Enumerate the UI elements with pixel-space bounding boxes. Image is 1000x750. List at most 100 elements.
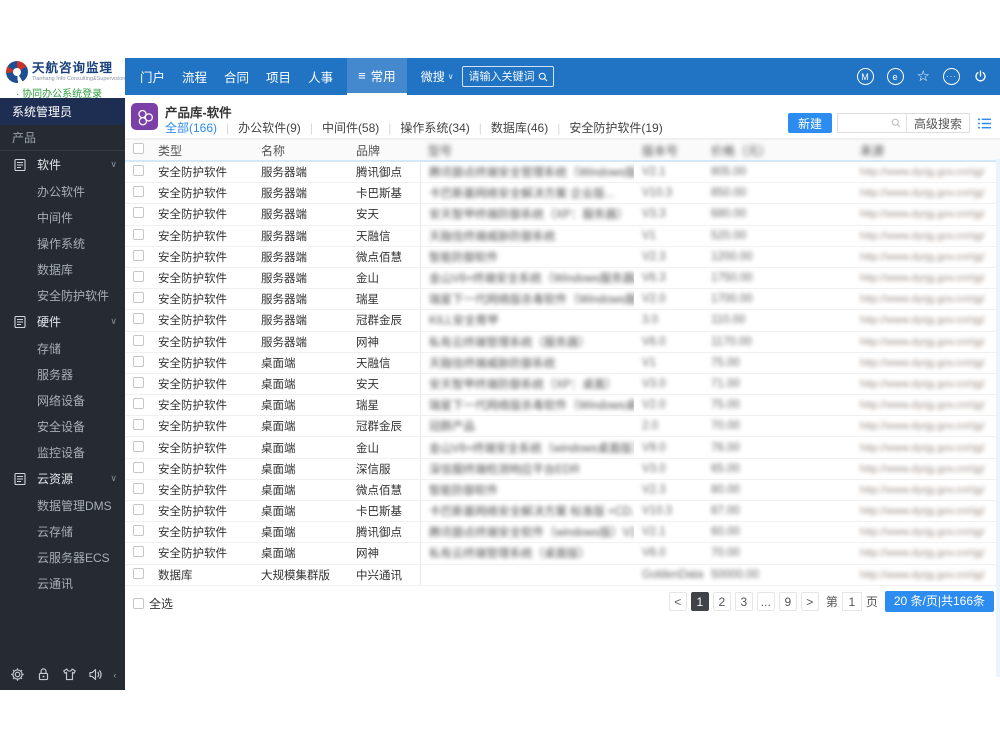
select-all-header-checkbox[interactable] [133,143,144,154]
pinned-menu[interactable]: ≡ 常用 [347,58,407,95]
table-row[interactable]: 安全防护软件 桌面端 金山 金山V8+终端安全系统（windows桌面版） V9… [125,437,1000,459]
search-scope-dropdown[interactable]: 微搜 ∨ [421,68,454,85]
search-icon[interactable] [886,117,906,129]
table-row[interactable]: 安全防护软件 服务器端 冠群金辰 KILL安全胄甲 3.0 110.00 htt… [125,310,1000,332]
row-checkbox[interactable] [133,398,144,410]
table-row[interactable]: 安全防护软件 桌面端 天融信 天融信终端威胁防御系统 V1 75.00 http… [125,352,1000,374]
category-tab[interactable]: 操作系统(34) [400,119,490,136]
settings-gear-icon[interactable] [9,666,26,683]
column-header-brand[interactable]: 品牌 [348,142,420,159]
column-header-source[interactable]: 来源 [852,142,1000,159]
table-search-input[interactable] [837,117,886,129]
sidebar-menu-item[interactable]: 云存储 ∨ [0,518,125,544]
favorite-star-icon[interactable]: ☆ [917,69,930,84]
category-tab[interactable]: 数据库(46) [491,119,569,136]
table-row[interactable]: 安全防护软件 桌面端 安天 安天智甲终端防御系统（XP：桌面） V3.0 71.… [125,373,1000,396]
table-row[interactable]: 数据库 大规模集群版 中兴通讯 GoldenData s... 50000.00… [125,564,1000,586]
global-search-input[interactable] [466,69,537,84]
top-nav-item[interactable]: 合同 [224,67,249,86]
sound-speaker-icon[interactable] [87,666,104,683]
category-tab[interactable]: 全部(166) [165,119,238,136]
column-settings-icon[interactable] [977,117,992,130]
sidebar-menu-item[interactable]: 硬件 ∨ [0,308,125,335]
sidebar-menu-item[interactable]: 软件 ∨ [0,151,125,178]
table-row[interactable]: 安全防护软件 服务器端 网神 私有云终端管理系统（服务器） V6.0 1170.… [125,331,1000,353]
sidebar-menu-item[interactable]: 存储 ∨ [0,335,125,361]
sidebar-menu-item[interactable]: 中间件 ∨ [0,204,125,230]
row-checkbox[interactable] [133,440,144,452]
column-header-model[interactable]: 型号 [420,142,634,159]
sidebar-menu-item[interactable]: 云资源 ∨ [0,465,125,492]
select-all-checkbox[interactable] [133,597,144,609]
column-header-name[interactable]: 名称 [253,142,348,159]
table-row[interactable]: 安全防护软件 服务器端 金山 金山V8+终端安全系统（Windows服务器版） … [125,267,1000,290]
sidebar-menu-item[interactable]: 监控设备 ∨ [0,439,125,465]
page-button[interactable]: 1 [690,591,709,611]
sidebar-menu-item[interactable]: 云服务器ECS ∨ [0,544,125,570]
sidebar-menu-item[interactable]: 安全设备 ∨ [0,413,125,439]
category-tab[interactable]: 中间件(58) [322,119,400,136]
advanced-search-button[interactable]: 高级搜索 [905,114,969,132]
table-row[interactable]: 安全防护软件 服务器端 天融信 天融信终端威胁防御系统 V1 520.00 ht… [125,225,1000,247]
column-header-price[interactable]: 价格（元） [703,142,852,159]
page-button[interactable]: < [668,591,687,611]
sidebar-menu-item[interactable]: 操作系统 ∨ [0,230,125,256]
new-button[interactable]: 新建 [787,113,832,133]
more-circle-icon[interactable]: ··· [943,68,960,85]
page-button[interactable]: 9 [778,591,797,611]
row-checkbox[interactable] [133,249,144,261]
row-checkbox[interactable] [133,271,144,283]
category-tab[interactable]: 办公软件(9) [238,119,322,136]
row-checkbox[interactable] [133,546,144,558]
row-checkbox[interactable] [133,313,144,325]
table-row[interactable]: 安全防护软件 桌面端 网神 私有云终端管理系统（桌面版） V6.0 70.00 … [125,543,1000,565]
lock-icon[interactable] [35,666,52,683]
search-icon[interactable] [537,71,549,83]
category-tab[interactable]: 安全防护软件(19) [569,119,662,136]
sidebar-menu-item[interactable]: 服务器 ∨ [0,361,125,387]
sidebar-menu-item[interactable]: 云通讯 ∨ [0,570,125,596]
row-checkbox[interactable] [133,228,144,240]
page-button[interactable]: 3 [734,591,753,611]
sidebar-menu-item[interactable]: 数据管理DMS ∨ [0,492,125,518]
table-row[interactable]: 安全防护软件 桌面端 冠群金辰 冠群产品 2.0 70.00 http://ww… [125,416,1000,438]
row-checkbox[interactable] [133,567,144,579]
table-row[interactable]: 安全防护软件 服务器端 安天 安天智甲终端防御系统（XP：服务器） V3.3 6… [125,204,1000,226]
page-button[interactable]: > [800,591,819,611]
sidebar-menu-item[interactable]: 办公软件 ∨ [0,178,125,204]
table-row[interactable]: 安全防护软件 桌面端 卡巴斯基 卡巴斯基网络安全解决方案 标准版 +CD... … [125,501,1000,523]
page-button[interactable]: ... [756,591,775,611]
row-checkbox[interactable] [133,376,144,388]
table-row[interactable]: 安全防护软件 桌面端 微点佰慧 智能防御软件 V2.3 80.00 http:/… [125,479,1000,501]
row-checkbox[interactable] [133,355,144,367]
sidebar-menu-item[interactable]: 网络设备 ∨ [0,387,125,413]
table-row[interactable]: 安全防护软件 桌面端 腾讯御点 腾讯御点终端安全软件（windows版）V2.1… [125,522,1000,544]
page-button[interactable]: 2 [712,591,731,611]
top-nav-item[interactable]: 门户 [140,67,165,86]
table-row[interactable]: 安全防护软件 服务器端 瑞星 瑞星下一代网络版杀毒软件（Windows服务器版）… [125,289,1000,311]
collapse-chevron-icon[interactable]: ‹ [113,670,116,680]
user-role-bar[interactable]: 系统管理员 [0,98,125,125]
top-nav-item[interactable]: 流程 [182,67,207,86]
goto-page-input[interactable]: 1 [841,591,862,611]
table-row[interactable]: 安全防护软件 服务器端 卡巴斯基 卡巴斯基网络安全解决方案 企业版... V10… [125,183,1000,205]
row-checkbox[interactable] [133,207,144,219]
column-header-type[interactable]: 类型 [150,142,253,159]
select-all-control[interactable]: 全选 [125,595,173,612]
message-icon[interactable]: e [886,68,904,85]
sidebar-menu-item[interactable]: 数据库 ∨ [0,256,125,282]
row-checkbox[interactable] [133,482,144,494]
top-nav-item[interactable]: 人事 [308,67,333,86]
row-checkbox[interactable] [133,292,144,304]
row-checkbox[interactable] [133,186,144,198]
power-icon[interactable] [973,69,988,84]
row-checkbox[interactable] [133,165,144,177]
m-badge-icon[interactable]: M [856,68,874,85]
row-checkbox[interactable] [133,504,144,516]
sidebar-menu-item[interactable]: 安全防护软件 ∨ [0,282,125,308]
theme-shirt-icon[interactable] [61,666,78,683]
row-checkbox[interactable] [133,525,144,537]
column-header-version[interactable]: 版本号 [634,142,703,159]
table-row[interactable]: 安全防护软件 桌面端 瑞星 瑞星下一代网络版杀毒软件（Windows桌面版） V… [125,395,1000,417]
table-row[interactable]: 安全防护软件 服务器端 腾讯御点 腾讯御点终端安全管理系统（Windows版）.… [125,162,1000,184]
